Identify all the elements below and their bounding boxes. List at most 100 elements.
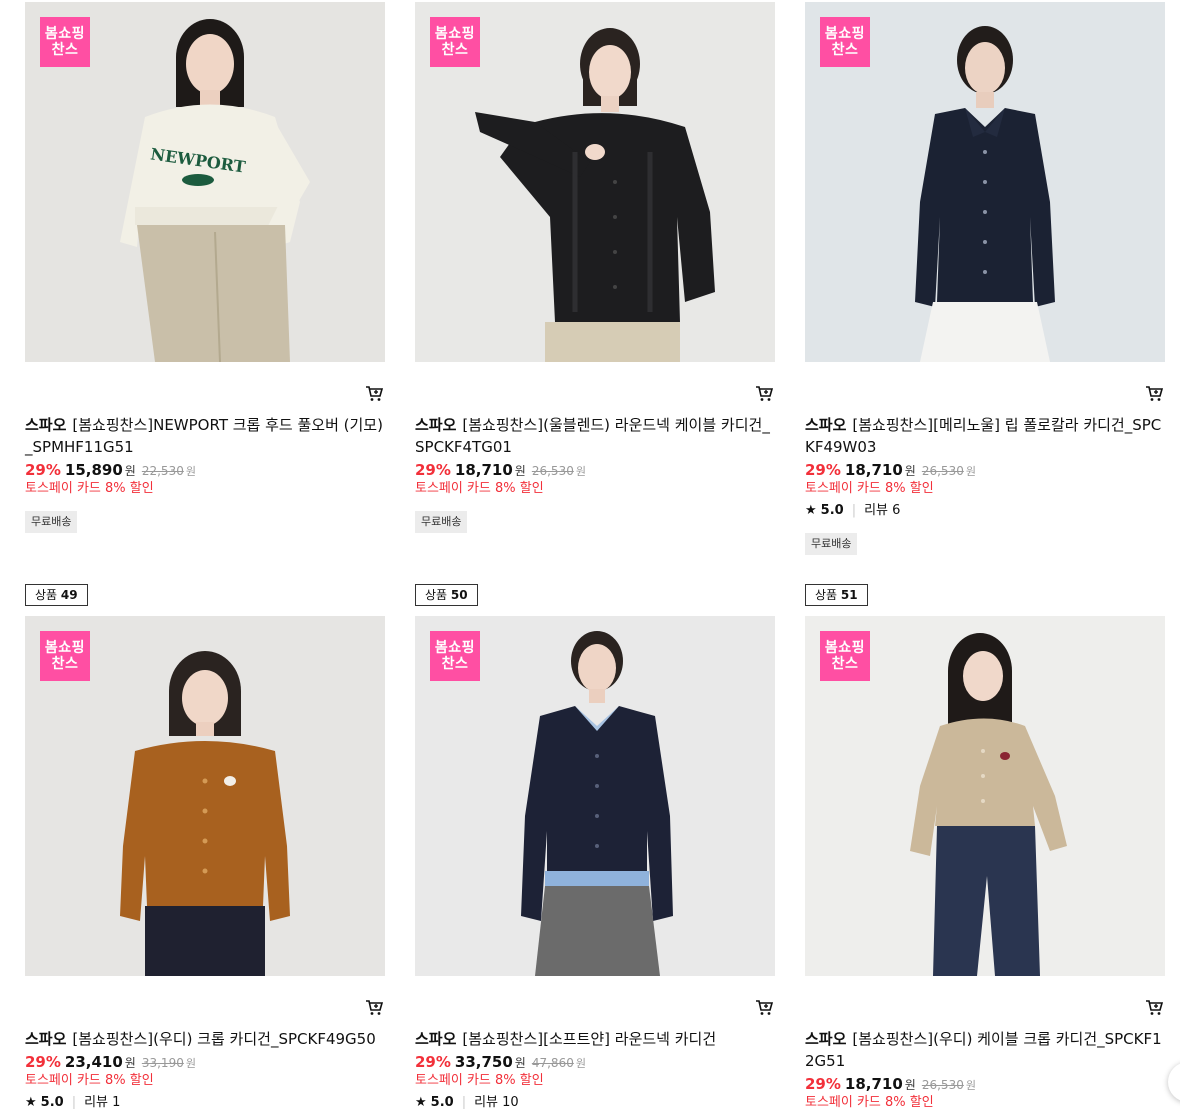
currency: 원 xyxy=(124,464,136,478)
review-summary[interactable]: ★ 5.0 | 리뷰 6 xyxy=(805,502,900,520)
product-number-prefix: 상품 xyxy=(425,588,448,602)
original-price: 26,530 xyxy=(531,464,574,478)
original-price: 47,860 xyxy=(531,1056,574,1070)
currency: 원 xyxy=(185,465,196,478)
sale-price: 23,410 xyxy=(64,1053,123,1071)
discount-rate: 29% xyxy=(805,461,841,479)
discount-rate: 29% xyxy=(25,1053,61,1071)
product-image[interactable]: 봄쇼핑찬스 xyxy=(415,2,775,362)
product-name: [봄쇼핑찬스]NEWPORT 크롭 후드 풀오버 (기모)_SPMHF11G51 xyxy=(25,416,383,456)
product-image[interactable]: 봄쇼핑찬스 xyxy=(805,616,1165,976)
product-brand: 스파오 xyxy=(805,416,847,434)
price-row: 29% 15,890 원 22,530 원 xyxy=(25,460,196,482)
review-count: 1 xyxy=(112,1095,121,1109)
star-icon: ★ xyxy=(25,1095,37,1109)
cart-icon[interactable] xyxy=(754,997,774,1017)
product-title[interactable]: 스파오 [봄쇼핑찬스][소프트얀] 라운드넥 카디건 xyxy=(415,1028,775,1050)
currency: 원 xyxy=(185,1057,196,1070)
price-row: 29% 18,710 원 26,530 원 xyxy=(805,460,976,482)
product-title[interactable]: 스파오 [봄쇼핑찬스](우디) 케이블 크롭 카디건_SPCKF12G51 xyxy=(805,1028,1165,1072)
promo-badge: 봄쇼핑찬스 xyxy=(40,631,90,681)
promo-badge: 봄쇼핑찬스 xyxy=(430,631,480,681)
card-promo: 토스페이 카드 8% 할인 xyxy=(25,481,154,496)
product-name: [봄쇼핑찬스](우디) 크롭 카디건_SPCKF49G50 xyxy=(72,1030,376,1048)
card-promo: 토스페이 카드 8% 할인 xyxy=(805,1095,934,1109)
product-title[interactable]: 스파오 [봄쇼핑찬스][메리노울] 립 폴로칼라 카디건_SPCKF49W03 xyxy=(805,414,1165,458)
sale-price: 18,710 xyxy=(844,461,903,479)
sale-price: 18,710 xyxy=(454,461,513,479)
product-image[interactable]: NEWPORT 봄쇼핑찬스 xyxy=(25,2,385,362)
divider: | xyxy=(461,1095,467,1109)
review-count: 6 xyxy=(892,503,901,518)
card-promo: 토스페이 카드 8% 할인 xyxy=(415,481,544,496)
cart-icon[interactable] xyxy=(1144,383,1164,403)
original-price: 26,530 xyxy=(921,1078,964,1092)
free-shipping-tag: 무료배송 xyxy=(415,511,468,533)
product-brand: 스파오 xyxy=(25,416,67,434)
currency: 원 xyxy=(904,464,916,478)
promo-badge: 봄쇼핑찬스 xyxy=(430,17,480,67)
currency: 원 xyxy=(575,465,586,478)
review-label: 리뷰 xyxy=(84,1095,108,1109)
sale-price: 15,890 xyxy=(64,461,123,479)
product-brand: 스파오 xyxy=(805,1030,847,1048)
price-row: 29% 33,750 원 47,860 원 xyxy=(415,1052,586,1074)
divider: | xyxy=(851,503,857,518)
cart-icon[interactable] xyxy=(364,997,384,1017)
original-price: 22,530 xyxy=(141,464,184,478)
free-shipping-tag: 무료배송 xyxy=(805,533,858,555)
card-promo: 토스페이 카드 8% 할인 xyxy=(25,1073,154,1088)
product-number: 49 xyxy=(60,588,78,602)
product-number-label: 상품 51 xyxy=(805,584,868,606)
product-title[interactable]: 스파오 [봄쇼핑찬스](우디) 크롭 카디건_SPCKF49G50 xyxy=(25,1028,385,1050)
promo-badge: 봄쇼핑찬스 xyxy=(40,17,90,67)
review-label: 리뷰 xyxy=(864,503,888,518)
free-shipping-tag: 무료배송 xyxy=(25,511,78,533)
original-price: 33,190 xyxy=(141,1056,184,1070)
discount-rate: 29% xyxy=(415,1053,451,1071)
review-summary[interactable]: ★ 5.0 | 리뷰 10 xyxy=(415,1094,519,1109)
sale-price: 33,750 xyxy=(454,1053,513,1071)
currency: 원 xyxy=(965,1079,976,1092)
review-label: 리뷰 xyxy=(474,1095,498,1109)
star-icon: ★ xyxy=(415,1095,427,1109)
rating-score: 5.0 xyxy=(430,1095,454,1109)
cart-icon[interactable] xyxy=(754,383,774,403)
star-icon: ★ xyxy=(805,503,817,518)
cart-icon[interactable] xyxy=(364,383,384,403)
review-summary[interactable]: ★ 5.0 | 리뷰 1 xyxy=(25,1094,120,1109)
product-number: 51 xyxy=(840,588,858,602)
currency: 원 xyxy=(124,1056,136,1070)
discount-rate: 29% xyxy=(415,461,451,479)
currency: 원 xyxy=(575,1057,586,1070)
product-title[interactable]: 스파오 [봄쇼핑찬스]NEWPORT 크롭 후드 풀오버 (기모)_SPMHF11… xyxy=(25,414,385,458)
currency: 원 xyxy=(965,465,976,478)
card-promo: 토스페이 카드 8% 할인 xyxy=(415,1073,544,1088)
product-name: [봄쇼핑찬스](우디) 케이블 크롭 카디건_SPCKF12G51 xyxy=(805,1030,1162,1070)
product-brand: 스파오 xyxy=(415,1030,457,1048)
product-number-prefix: 상품 xyxy=(35,588,58,602)
product-number-label: 상품 50 xyxy=(415,584,478,606)
price-row: 29% 23,410 원 33,190 원 xyxy=(25,1052,196,1074)
product-name: [봄쇼핑찬스][메리노울] 립 폴로칼라 카디건_SPCKF49W03 xyxy=(805,416,1162,456)
product-number-prefix: 상품 xyxy=(815,588,838,602)
product-image[interactable]: 봄쇼핑찬스 xyxy=(805,2,1165,362)
divider: | xyxy=(71,1095,77,1109)
product-image[interactable]: 봄쇼핑찬스 xyxy=(25,616,385,976)
rating-score: 5.0 xyxy=(820,503,844,518)
rating-score: 5.0 xyxy=(40,1095,64,1109)
review-count: 10 xyxy=(502,1095,519,1109)
cart-icon[interactable] xyxy=(1144,997,1164,1017)
product-brand: 스파오 xyxy=(415,416,457,434)
original-price: 26,530 xyxy=(921,464,964,478)
promo-badge: 봄쇼핑찬스 xyxy=(820,17,870,67)
product-number: 50 xyxy=(450,588,468,602)
promo-badge: 봄쇼핑찬스 xyxy=(820,631,870,681)
product-image[interactable]: 봄쇼핑찬스 xyxy=(415,616,775,976)
currency: 원 xyxy=(514,1056,526,1070)
discount-rate: 29% xyxy=(25,461,61,479)
product-number-label: 상품 49 xyxy=(25,584,88,606)
floating-button[interactable] xyxy=(1168,1062,1180,1102)
product-title[interactable]: 스파오 [봄쇼핑찬스](울블렌드) 라운드넥 케이블 카디건_SPCKF4TG01 xyxy=(415,414,775,458)
price-row: 29% 18,710 원 26,530 원 xyxy=(805,1074,976,1096)
